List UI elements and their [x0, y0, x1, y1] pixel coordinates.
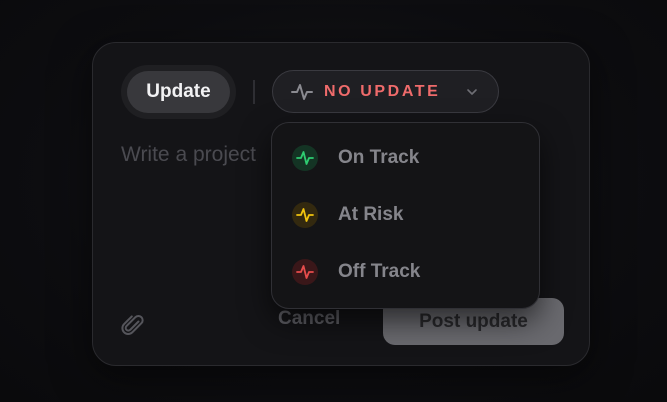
- status-option-at-risk[interactable]: At Risk: [272, 190, 539, 242]
- status-option-label: Off Track: [338, 261, 421, 282]
- at-risk-icon: [292, 202, 318, 228]
- status-select[interactable]: NO UPDATE: [272, 70, 499, 113]
- status-option-on-track[interactable]: On Track: [272, 133, 539, 185]
- status-select-value: NO UPDATE: [324, 83, 441, 100]
- page-backdrop: Update NO UPDATE Write a project Cancel …: [0, 0, 667, 402]
- status-option-label: On Track: [338, 147, 420, 168]
- pulse-icon: [291, 84, 313, 100]
- chevron-down-icon: [467, 89, 477, 95]
- off-track-icon: [292, 259, 318, 285]
- composer-tab-group: Update: [121, 65, 236, 119]
- on-track-icon: [292, 145, 318, 171]
- status-dropdown-menu: On Track At Risk Off Track: [271, 122, 540, 309]
- status-option-label: At Risk: [338, 204, 404, 225]
- update-tab-button[interactable]: Update: [127, 71, 230, 113]
- update-text-input[interactable]: Write a project: [121, 143, 256, 167]
- status-option-off-track[interactable]: Off Track: [272, 247, 539, 299]
- cancel-button[interactable]: Cancel: [278, 308, 340, 330]
- paperclip-icon[interactable]: [119, 311, 145, 337]
- header-divider: [253, 80, 255, 104]
